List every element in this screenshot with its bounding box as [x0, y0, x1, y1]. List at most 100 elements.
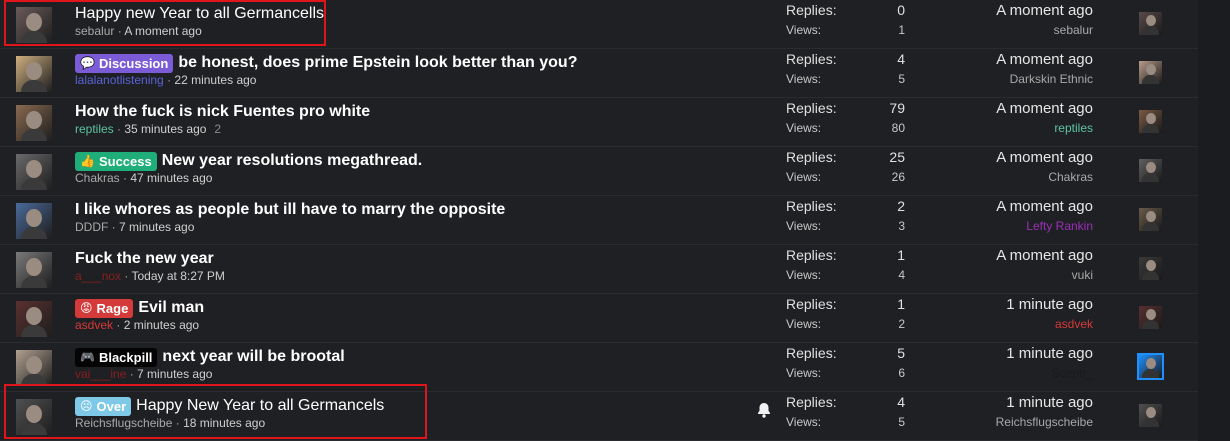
thread-row[interactable]: 🎮 Blackpill next year will be brootal vai__…: [0, 343, 1198, 392]
thread-row[interactable]: Happy new Year to all Germancells sebalur…: [0, 0, 1198, 49]
author-avatar[interactable]: [16, 154, 52, 190]
thread-title-link[interactable]: Fuck the new year: [75, 250, 214, 268]
views-label: Views:: [786, 23, 822, 37]
last-poster-avatar[interactable]: [1137, 353, 1164, 380]
views-count: 1: [898, 23, 905, 37]
thread-meta: asdvek · 2 minutes ago: [75, 318, 199, 332]
thread-start-date[interactable]: 35 minutes ago: [124, 122, 206, 136]
last-poster-avatar[interactable]: [1139, 208, 1162, 231]
author-username-link[interactable]: DDDF: [75, 220, 108, 234]
thread-prefix-badge[interactable]: 🎮 Blackpill: [75, 347, 158, 367]
author-avatar[interactable]: [16, 203, 52, 239]
author-avatar[interactable]: [16, 252, 52, 288]
author-username-link[interactable]: lalalanotlistening: [75, 73, 164, 87]
thread-meta: sebalur · A moment ago: [75, 24, 202, 38]
thread-prefix-badge[interactable]: 💬 Discussion: [75, 53, 174, 73]
thread-title-line: 💬 Discussion be honest, does prime Epstein…: [75, 52, 577, 74]
last-poster-username-link[interactable]: Sceptr_: [1052, 366, 1093, 380]
thread-start-date[interactable]: Today at 8:27 PM: [132, 269, 225, 283]
views-label: Views:: [786, 219, 822, 233]
last-poster-avatar[interactable]: [1139, 110, 1162, 133]
thread-prefix-badge[interactable]: ☹ Over: [75, 396, 132, 416]
replies-count: 2: [897, 198, 905, 214]
meta-separator: ·: [113, 122, 125, 136]
author-avatar[interactable]: [16, 350, 52, 386]
thread-row[interactable]: How the fuck is nick Fuentes pro white re…: [0, 98, 1198, 147]
thread-title-link[interactable]: next year will be brootal: [162, 348, 344, 366]
thread-title-link[interactable]: New year resolutions megathread.: [162, 152, 423, 170]
last-poster-username-link[interactable]: Chakras: [1048, 170, 1093, 184]
author-username-link[interactable]: a___nox: [75, 269, 121, 283]
replies-label: Replies:: [786, 198, 837, 214]
thread-start-date[interactable]: 18 minutes ago: [183, 416, 265, 430]
last-post-date-link[interactable]: 1 minute ago: [1006, 296, 1093, 313]
thread-title-link[interactable]: Happy New Year to all Germancels: [136, 397, 384, 415]
last-poster-avatar[interactable]: [1139, 12, 1162, 35]
thread-row[interactable]: I like whores as people but ill have to …: [0, 196, 1198, 245]
author-avatar[interactable]: [16, 399, 52, 435]
thread-title-link[interactable]: be honest, does prime Epstein look bette…: [178, 54, 577, 72]
author-username-link[interactable]: asdvek: [75, 318, 113, 332]
last-post-date-link[interactable]: A moment ago: [996, 2, 1093, 19]
author-avatar[interactable]: [16, 56, 52, 92]
prefix-label: Rage: [96, 300, 129, 316]
thread-meta: Reichsflugscheibe · 18 minutes ago: [75, 416, 265, 430]
scrollbar-track[interactable]: [1198, 0, 1230, 441]
thread-start-date[interactable]: 22 minutes ago: [174, 73, 256, 87]
author-avatar[interactable]: [16, 7, 52, 43]
thread-title-link[interactable]: Evil man: [138, 299, 204, 317]
gamepad-icon: 🎮: [80, 350, 95, 364]
meta-separator: ·: [119, 171, 131, 185]
views-label: Views:: [786, 121, 822, 135]
last-poster-username-link[interactable]: asdvek: [1055, 317, 1093, 331]
thread-row[interactable]: 💬 Discussion be honest, does prime Epstein…: [0, 49, 1198, 98]
last-poster-avatar[interactable]: [1139, 306, 1162, 329]
replies-label: Replies:: [786, 247, 837, 263]
thread-row[interactable]: ☹ Over Happy New Year to all Germancels Rei…: [0, 392, 1198, 441]
thread-row[interactable]: 😡 Rage Evil man asdvek · 2 minutes ago Repli…: [0, 294, 1198, 343]
last-post-date-link[interactable]: A moment ago: [996, 100, 1093, 117]
thread-start-date[interactable]: 2 minutes ago: [124, 318, 199, 332]
author-username-link[interactable]: sebalur: [75, 24, 114, 38]
last-poster-username-link[interactable]: sebalur: [1054, 23, 1093, 37]
last-poster-username-link[interactable]: Darkskin Ethnic: [1010, 72, 1093, 86]
views-label: Views:: [786, 366, 822, 380]
last-post-date-link[interactable]: 1 minute ago: [1006, 394, 1093, 411]
last-poster-username-link[interactable]: reptiles: [1054, 121, 1093, 135]
author-avatar[interactable]: [16, 105, 52, 141]
last-poster-username-link[interactable]: vuki: [1072, 268, 1093, 282]
last-post-date-link[interactable]: A moment ago: [996, 51, 1093, 68]
author-avatar[interactable]: [16, 301, 52, 337]
thread-meta: Chakras · 47 minutes ago: [75, 171, 212, 185]
last-poster-avatar[interactable]: [1139, 159, 1162, 182]
page-jump-link[interactable]: 2: [214, 122, 221, 136]
thread-start-date[interactable]: 7 minutes ago: [137, 367, 212, 381]
author-username-link[interactable]: Chakras: [75, 171, 120, 185]
last-poster-avatar[interactable]: [1139, 257, 1162, 280]
replies-count: 25: [889, 149, 905, 165]
thread-row[interactable]: 👍 Success New year resolutions megathread.…: [0, 147, 1198, 196]
author-username-link[interactable]: vai___ine: [75, 367, 126, 381]
last-post-date-link[interactable]: A moment ago: [996, 247, 1093, 264]
author-username-link[interactable]: Reichsflugscheibe: [75, 416, 172, 430]
replies-label: Replies:: [786, 149, 837, 165]
last-poster-avatar[interactable]: [1139, 61, 1162, 84]
thread-prefix-badge[interactable]: 👍 Success: [75, 151, 157, 171]
thread-start-date[interactable]: 7 minutes ago: [119, 220, 194, 234]
last-poster-username-link[interactable]: Lefty Rankin: [1026, 219, 1093, 233]
thread-title-link[interactable]: How the fuck is nick Fuentes pro white: [75, 103, 370, 121]
last-post-date-link[interactable]: A moment ago: [996, 149, 1093, 166]
thread-start-date[interactable]: A moment ago: [124, 24, 201, 38]
thread-title-line: 👍 Success New year resolutions megathread.: [75, 150, 422, 172]
last-poster-username-link[interactable]: Reichsflugscheibe: [996, 415, 1093, 429]
thread-title-link[interactable]: Happy new Year to all Germancells: [75, 5, 324, 23]
thread-start-date[interactable]: 47 minutes ago: [130, 171, 212, 185]
last-post-date-link[interactable]: 1 minute ago: [1006, 345, 1093, 362]
last-poster-avatar[interactable]: [1139, 404, 1162, 427]
thread-title-link[interactable]: I like whores as people but ill have to …: [75, 201, 505, 219]
thread-prefix-badge[interactable]: 😡 Rage: [75, 298, 134, 318]
author-username-link[interactable]: reptiles: [75, 122, 114, 136]
replies-label: Replies:: [786, 100, 837, 116]
last-post-date-link[interactable]: A moment ago: [996, 198, 1093, 215]
thread-row[interactable]: Fuck the new year a___nox · Today at 8:27…: [0, 245, 1198, 294]
